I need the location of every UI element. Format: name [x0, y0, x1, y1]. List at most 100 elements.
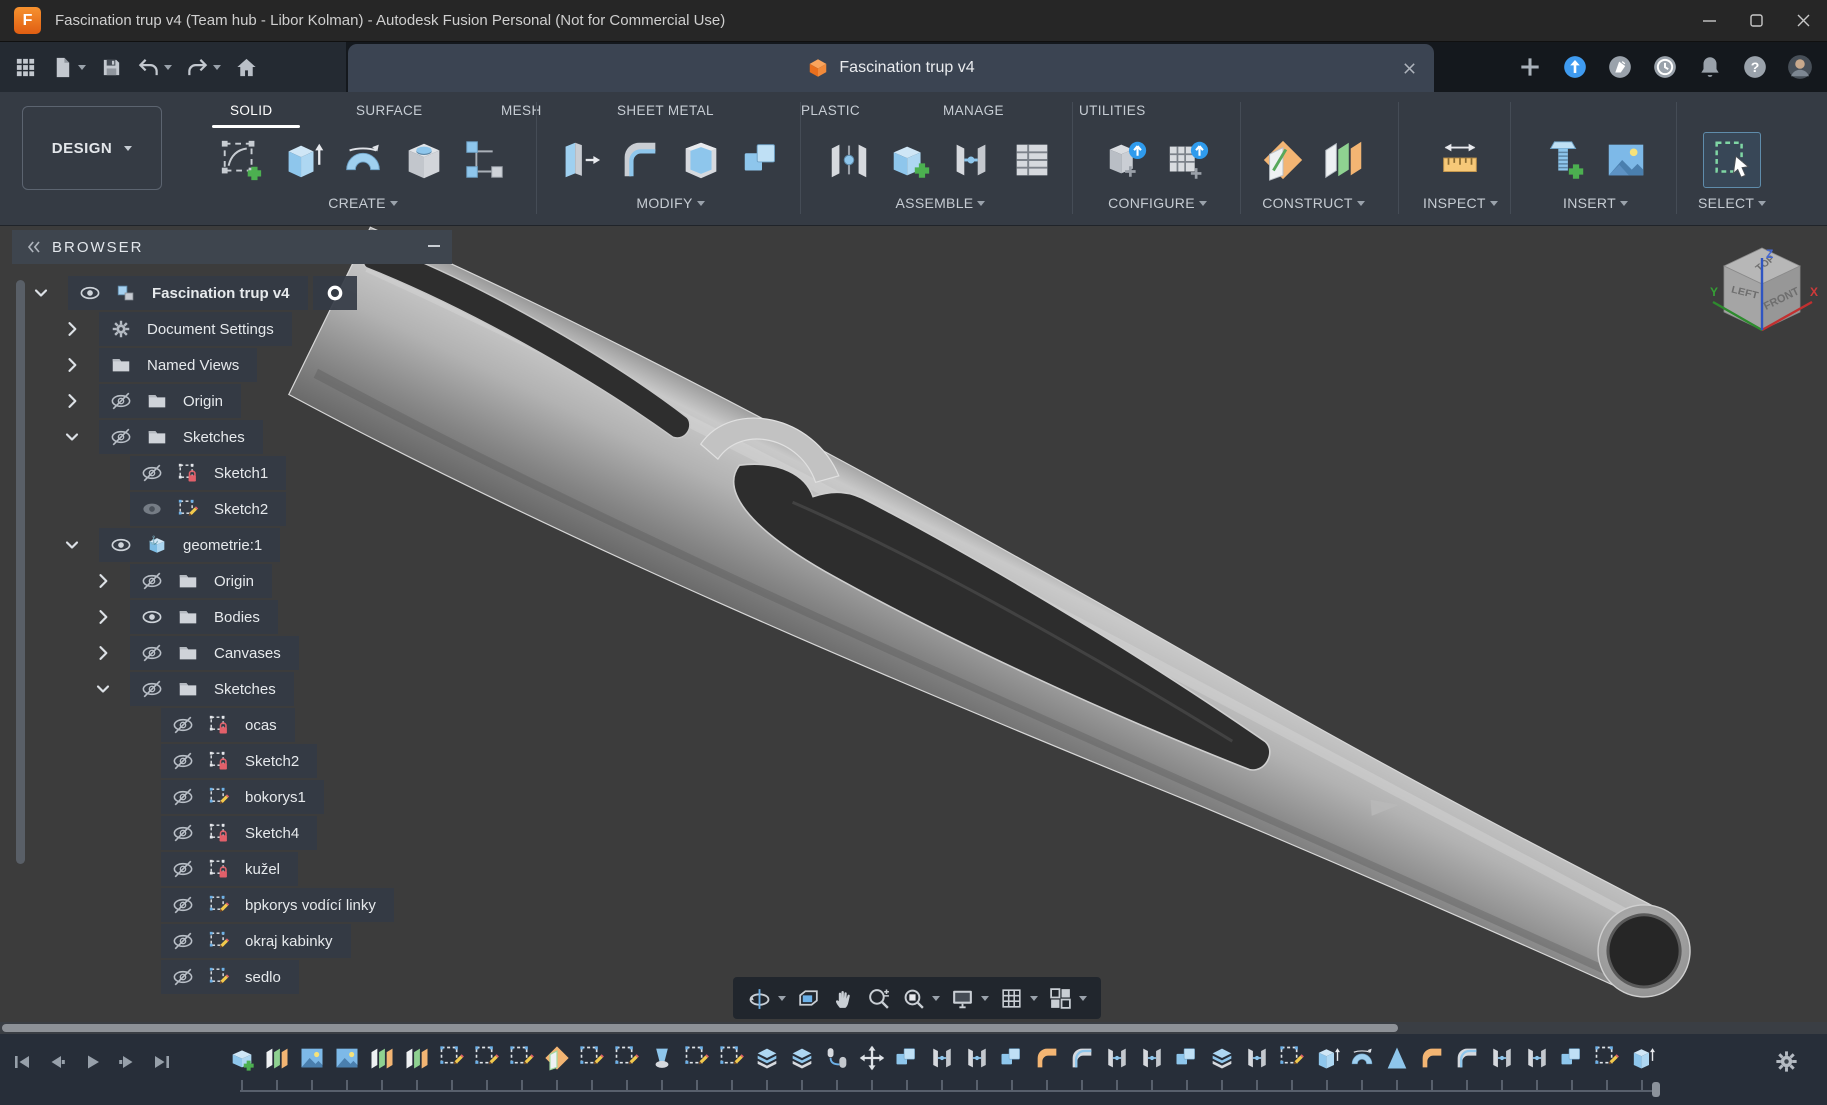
visibility-eye-icon[interactable] [134, 600, 170, 634]
browser-row-sketches[interactable]: Sketches [0, 672, 294, 706]
group-label-construct[interactable]: CONSTRUCT [1262, 195, 1365, 211]
timeline-feature-combine-icon[interactable] [1558, 1044, 1586, 1072]
visibility-eye-off-icon[interactable] [165, 960, 201, 994]
visibility-eye-off-icon[interactable] [165, 744, 201, 778]
visibility-eye-off-icon[interactable] [103, 384, 139, 418]
add-tab-icon[interactable] [1517, 54, 1543, 80]
plane-at-angle-button[interactable] [1254, 132, 1312, 188]
fit-tool[interactable] [901, 986, 940, 1011]
browser-row-document-settings[interactable]: Document Settings [0, 312, 292, 346]
playback-step-back-button[interactable] [43, 1048, 71, 1076]
viewport-hscrollbar-track[interactable] [0, 1022, 1827, 1034]
browser-row-sketch2[interactable]: Sketch2 [0, 492, 286, 526]
browser-item[interactable]: Sketch2 [161, 744, 317, 778]
browser-item[interactable]: okraj kabinky [161, 924, 351, 958]
visibility-eye-off-icon[interactable] [134, 564, 170, 598]
job-status-icon[interactable] [1562, 54, 1588, 80]
timeline-feature-extrude-icon[interactable] [1313, 1044, 1341, 1072]
chevron-down-icon[interactable] [1030, 996, 1038, 1001]
timeline-feature-planes-icon[interactable] [403, 1044, 431, 1072]
browser-item[interactable]: ⚓geometrie:1 [99, 528, 280, 562]
browser-row-bpkorys-vod-c-linky[interactable]: bpkorys vodící linky [0, 888, 394, 922]
orbit-tool[interactable] [747, 986, 786, 1011]
timeline-feature-joint-icon[interactable] [963, 1044, 991, 1072]
chevron-right-icon[interactable] [88, 636, 118, 670]
joint-origin-button[interactable] [820, 132, 878, 188]
timeline-feature-joint-icon[interactable] [1488, 1044, 1516, 1072]
document-tab-close-icon[interactable] [1398, 57, 1420, 79]
timeline-feature-canvas-icon[interactable] [333, 1044, 361, 1072]
browser-item[interactable]: Canvases [130, 636, 299, 670]
group-label-assemble[interactable]: ASSEMBLE [896, 195, 986, 211]
pan-tool[interactable] [831, 986, 856, 1011]
orbit-icon[interactable] [747, 986, 772, 1011]
browser-item[interactable]: kužel [161, 852, 298, 886]
timeline-feature-sketch-icon[interactable] [438, 1044, 466, 1072]
maximize-button[interactable] [1733, 0, 1780, 40]
chevron-down-icon[interactable] [57, 528, 87, 562]
viewports-icon[interactable] [1048, 986, 1073, 1011]
browser-row-sketch4[interactable]: Sketch4 [0, 816, 317, 850]
display-tool[interactable] [950, 986, 989, 1011]
look-at-icon[interactable] [796, 986, 821, 1011]
new-component-button[interactable] [881, 132, 939, 188]
joint-button[interactable] [942, 132, 1000, 188]
chevron-down-icon[interactable] [88, 672, 118, 706]
browser-item[interactable]: Sketch4 [161, 816, 317, 850]
select-window-button[interactable] [1703, 132, 1761, 188]
browser-row-fascination-trup-v4[interactable]: Fascination trup v4 [0, 276, 357, 310]
visibility-eye-off-icon[interactable] [165, 852, 201, 886]
history-icon[interactable] [1652, 54, 1678, 80]
timeline-feature-combine-icon[interactable] [893, 1044, 921, 1072]
browser-item[interactable]: Sketch1 [130, 456, 286, 490]
configuration-button[interactable] [1098, 132, 1156, 188]
timeline-feature-split-icon[interactable] [1208, 1044, 1236, 1072]
browser-row-ku-el[interactable]: kužel [0, 852, 298, 886]
fit-icon[interactable] [901, 986, 926, 1011]
timeline-feature-combine-icon[interactable] [998, 1044, 1026, 1072]
browser-item[interactable]: bpkorys vodící linky [161, 888, 394, 922]
browser-row-geometrie-1[interactable]: ⚓geometrie:1 [0, 528, 280, 562]
browser-item[interactable]: Sketches [130, 672, 294, 706]
minimize-button[interactable] [1686, 0, 1733, 40]
user-avatar[interactable] [1787, 54, 1813, 80]
visibility-eye-off-icon[interactable] [103, 420, 139, 454]
view-cube[interactable]: TOP LEFT FRONT Y X Z [1705, 236, 1820, 348]
ribbon-tab-manage[interactable]: MANAGE [943, 98, 1004, 122]
timeline-feature-sketch-icon[interactable] [1593, 1044, 1621, 1072]
look-at-tool[interactable] [796, 986, 821, 1011]
browser-item[interactable]: Origin [130, 564, 272, 598]
timeline-feature-joint-icon[interactable] [1243, 1044, 1271, 1072]
timeline-feature-fillet-orange-icon[interactable] [1418, 1044, 1446, 1072]
browser-row-sedlo[interactable]: sedlo [0, 960, 299, 994]
shell-button[interactable] [672, 132, 730, 188]
combine-button[interactable] [733, 132, 791, 188]
timeline-feature-combine-icon[interactable] [1173, 1044, 1201, 1072]
timeline-feature-fillet-grey-icon[interactable] [1453, 1044, 1481, 1072]
offset-plane-button[interactable] [1315, 132, 1373, 188]
timeline-feature-joint-icon[interactable] [1103, 1044, 1131, 1072]
browser-row-okraj-kabinky[interactable]: okraj kabinky [0, 924, 351, 958]
timeline-settings-gear-icon[interactable] [1773, 1048, 1801, 1076]
playback-step-fwd-button[interactable] [113, 1048, 141, 1076]
timeline-feature-component-new-icon[interactable] [228, 1044, 256, 1072]
timeline-feature-extrude-icon[interactable] [1628, 1044, 1656, 1072]
visibility-eye-icon[interactable] [103, 528, 139, 562]
browser-scrollbar[interactable] [16, 280, 25, 864]
chevron-down-icon[interactable] [932, 996, 940, 1001]
chevron-down-icon[interactable] [778, 996, 786, 1001]
timeline-feature-planes-icon[interactable] [263, 1044, 291, 1072]
zoom-tool[interactable] [866, 986, 891, 1011]
bom-table-button[interactable] [1003, 132, 1061, 188]
chevron-down-icon[interactable] [1079, 996, 1087, 1001]
timeline-feature-loft-tri-icon[interactable] [1383, 1044, 1411, 1072]
close-button[interactable] [1780, 0, 1827, 40]
timeline-feature-sketch-icon[interactable] [683, 1044, 711, 1072]
timeline-feature-sketch-icon[interactable] [718, 1044, 746, 1072]
fillet-button[interactable] [611, 132, 669, 188]
visibility-eye-off-icon[interactable] [134, 456, 170, 490]
timeline-feature-pipe-icon[interactable] [823, 1044, 851, 1072]
timeline-feature-planes-icon[interactable] [368, 1044, 396, 1072]
chevron-right-icon[interactable] [88, 600, 118, 634]
browser-row-origin[interactable]: Origin [0, 384, 241, 418]
